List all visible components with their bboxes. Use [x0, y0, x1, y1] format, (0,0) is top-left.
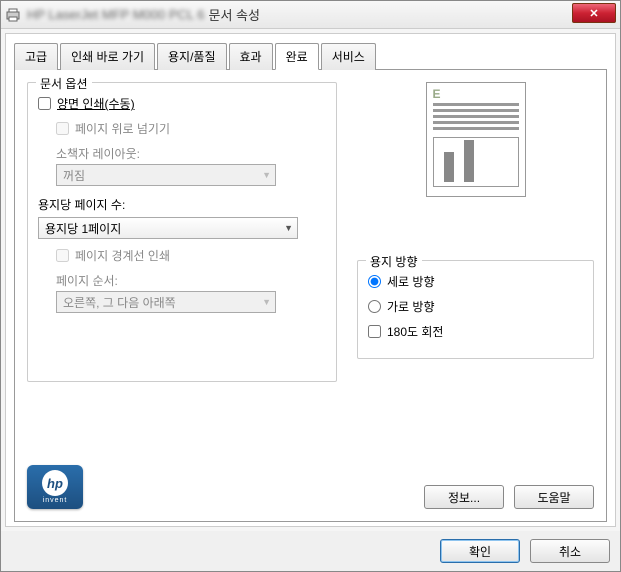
dialog-window: HP LaserJet MFP M000 PCL 6 문서 속성 ✕ 고급 인쇄… [0, 0, 621, 572]
tab-label: 인쇄 바로 가기 [71, 50, 144, 64]
help-button[interactable]: 도움말 [514, 485, 594, 509]
preview-chart-icon [433, 137, 519, 187]
titlebar-product-name: HP LaserJet MFP M000 PCL 6 [27, 7, 205, 22]
tab-paper-quality[interactable]: 용지/품질 [157, 43, 227, 70]
pages-per-sheet-label: 용지당 페이지 수: [38, 196, 326, 213]
landscape-label[interactable]: 가로 방향 [387, 298, 435, 315]
tab-label: 완료 [286, 50, 308, 64]
page-order-value: 오른쪽, 그 다음 아래쪽 [63, 294, 176, 311]
duplex-label[interactable]: 양면 인쇄(수동) [57, 95, 135, 112]
orientation-group: 용지 방향 세로 방향 가로 방향 180도 회전 [357, 260, 594, 359]
page-borders-label: 페이지 경계선 인쇄 [75, 247, 170, 264]
chevron-down-icon: ▼ [262, 170, 271, 180]
close-icon: ✕ [589, 7, 598, 20]
tab-effects[interactable]: 효과 [229, 43, 273, 70]
tab-shortcuts[interactable]: 인쇄 바로 가기 [60, 43, 155, 70]
landscape-row: 가로 방향 [368, 298, 583, 315]
rotate180-checkbox[interactable] [368, 325, 381, 338]
page-order-label: 페이지 순서: [56, 272, 326, 289]
duplex-checkbox-row: 양면 인쇄(수동) [38, 95, 326, 112]
about-button[interactable]: 정보... [424, 485, 504, 509]
panel-footer: hp invent 정보... 도움말 [27, 459, 594, 509]
tabstrip: 고급 인쇄 바로 가기 용지/품질 효과 완료 서비스 [14, 42, 607, 69]
pages-per-sheet-combo[interactable]: 용지당 1페이지 ▼ [38, 217, 298, 239]
close-button[interactable]: ✕ [572, 3, 616, 23]
pages-per-sheet-value: 용지당 1페이지 [45, 220, 121, 237]
chevron-down-icon: ▼ [262, 297, 271, 307]
flip-up-checkbox [56, 122, 69, 135]
left-column: 문서 옵션 양면 인쇄(수동) 페이지 위로 넘기기 소책자 레이아웃: [27, 82, 337, 459]
portrait-label[interactable]: 세로 방향 [387, 273, 435, 290]
panel-buttons: 정보... 도움말 [424, 485, 594, 509]
group-title: 용지 방향 [366, 253, 422, 270]
portrait-row: 세로 방향 [368, 273, 583, 290]
portrait-radio[interactable] [368, 275, 381, 288]
duplex-checkbox[interactable] [38, 97, 51, 110]
flip-up-row: 페이지 위로 넘기기 [56, 120, 326, 137]
right-column: E [357, 82, 594, 459]
rotate180-row: 180도 회전 [368, 323, 583, 340]
tab-label: 용지/품질 [168, 50, 216, 64]
tab-label: 고급 [25, 50, 47, 64]
dialog-footer: 확인 취소 [1, 531, 620, 571]
tab-panel-finishing: 문서 옵션 양면 인쇄(수동) 페이지 위로 넘기기 소책자 레이아웃: [14, 69, 607, 522]
titlebar-title: 문서 속성 [209, 5, 260, 24]
page-order-combo: 오른쪽, 그 다음 아래쪽 ▼ [56, 291, 276, 313]
hp-logo-tagline: invent [43, 497, 68, 504]
booklet-combo: 꺼짐 ▼ [56, 164, 276, 186]
booklet-label: 소책자 레이아웃: [56, 145, 326, 162]
flip-up-label: 페이지 위로 넘기기 [75, 120, 170, 137]
document-options-group: 문서 옵션 양면 인쇄(수동) 페이지 위로 넘기기 소책자 레이아웃: [27, 82, 337, 382]
hp-logo: hp invent [27, 465, 83, 509]
panel-body: 문서 옵션 양면 인쇄(수동) 페이지 위로 넘기기 소책자 레이아웃: [27, 82, 594, 459]
ok-button[interactable]: 확인 [440, 539, 520, 563]
tab-label: 서비스 [332, 50, 365, 64]
hp-logo-mark: hp [42, 470, 68, 496]
chevron-down-icon: ▼ [284, 223, 293, 233]
preview-lines [433, 89, 519, 133]
tab-label: 효과 [240, 50, 262, 64]
landscape-radio[interactable] [368, 300, 381, 313]
rotate180-label[interactable]: 180도 회전 [387, 323, 443, 340]
cancel-button[interactable]: 취소 [530, 539, 610, 563]
tab-advanced[interactable]: 고급 [14, 43, 58, 70]
titlebar: HP LaserJet MFP M000 PCL 6 문서 속성 ✕ [1, 1, 620, 29]
page-borders-checkbox [56, 249, 69, 262]
group-title: 문서 옵션 [36, 75, 92, 92]
page-preview: E [426, 82, 526, 197]
booklet-value: 꺼짐 [63, 167, 85, 184]
tab-services[interactable]: 서비스 [321, 43, 376, 70]
content-area: 고급 인쇄 바로 가기 용지/품질 효과 완료 서비스 문서 옵션 양면 인쇄(… [5, 33, 616, 527]
tab-finishing[interactable]: 완료 [275, 43, 319, 70]
page-borders-row: 페이지 경계선 인쇄 [56, 247, 326, 264]
printer-icon [5, 7, 21, 23]
